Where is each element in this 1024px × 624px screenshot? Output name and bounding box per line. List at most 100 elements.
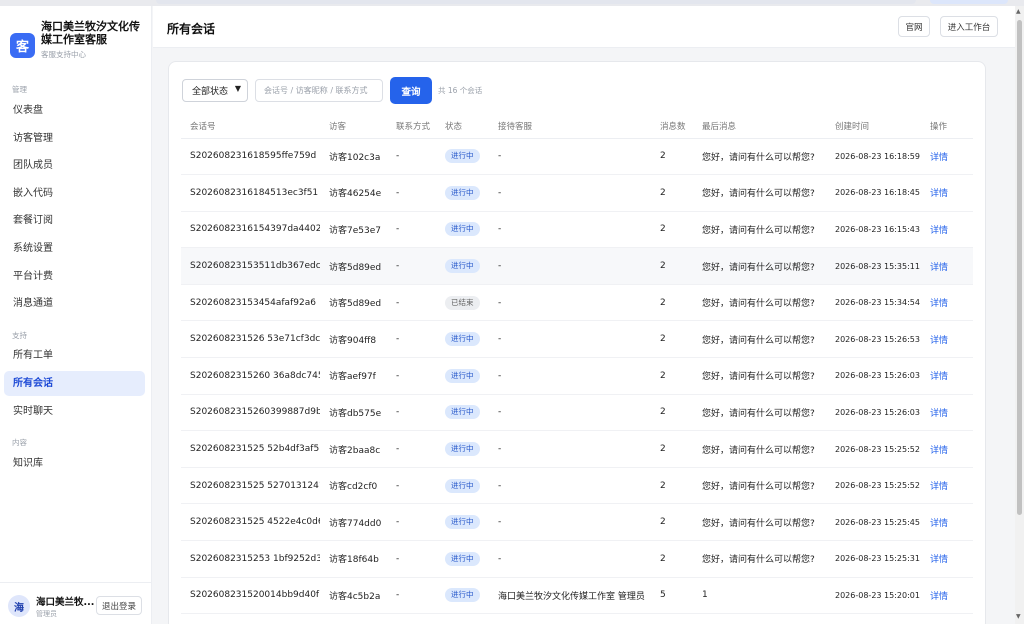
contact-cell: - (387, 394, 436, 432)
table-row[interactable]: S2026082315253 1bf9252d3 访客18f64b - 进行中 -2 您好… (181, 540, 973, 578)
agent-cell: - (489, 247, 651, 285)
last-message-cell: 您好，请问有什么可以帮您? (693, 247, 826, 285)
status-badge: 进行中 (445, 222, 480, 237)
sidebar-item-knowledge-base[interactable]: 知识库 (4, 451, 145, 476)
table-row[interactable]: S202608231520014bb9d40f 访客4c5b2a - 进行中 海口美兰牧… (181, 577, 973, 615)
sidebar-item-channels[interactable]: 消息通道 (4, 291, 145, 316)
detail-link[interactable]: 详情 (930, 189, 948, 199)
session-id-cell: S202608231525 4522e4c0d6 (181, 503, 320, 542)
sidebar-item-embed-code[interactable]: 嵌入代码 (4, 181, 145, 206)
table-row[interactable]: S202608231618595ffe759d 访客102c3a - 进行中 -2 您好，… (181, 138, 973, 176)
nav-section-content: 内容 (12, 438, 27, 447)
table-row[interactable]: S20260823153511db367edc 访客5d89ed - 进行中 -2 您好，… (181, 247, 973, 285)
session-id-cell: S20260823161845​13ec3f51 (181, 174, 320, 212)
website-button[interactable]: 官网 (898, 16, 930, 37)
query-button[interactable]: 查询 (390, 77, 432, 104)
message-count-cell: 2 (651, 138, 693, 176)
created-time-cell: 2026-08-23 15:25:52 (826, 430, 921, 468)
status-cell: 进行中 (436, 320, 489, 359)
table-row[interactable]: S2026082316154397da4402 访客7e53e7- 进行中 -2 您好，… (181, 211, 973, 249)
top-strip-button[interactable] (930, 0, 1008, 4)
contact-cell: - (387, 211, 436, 249)
detail-link[interactable]: 详情 (930, 372, 948, 382)
table-row[interactable]: S20260823161845​13ec3f51 访客46254e - 进行中 -2 您好… (181, 174, 973, 212)
agent-cell: - (489, 430, 651, 468)
visitor-cell: 访客aef97f (320, 357, 387, 395)
session-id-cell: S2026082315260 36a8dc745 (181, 357, 320, 395)
sidebar-item-visitors[interactable]: 访客管理 (4, 126, 145, 151)
last-message-cell: 您好，请问有什么可以帮您? (693, 394, 826, 432)
detail-link[interactable]: 详情 (930, 409, 948, 419)
table-row[interactable]: S202608231525 52b4df3af5 访客2baa8c - 进行中 -2 您好… (181, 430, 973, 468)
agent-cell: - (489, 540, 651, 578)
detail-link[interactable]: 详情 (930, 299, 948, 309)
action-cell: 详情 (921, 284, 973, 322)
message-count-cell: 5 (651, 577, 693, 615)
detail-link[interactable]: 详情 (930, 336, 948, 346)
contact-cell: - (387, 320, 436, 359)
scroll-thumb[interactable] (1017, 20, 1022, 515)
table-row[interactable]: S202608231525 5270131241 访客cd2cf0- 进行中 -2 您好… (181, 467, 973, 505)
created-time-cell: 2026-08-23 15:25:52 (826, 467, 921, 505)
avatar: 海 (8, 595, 30, 617)
agent-cell: - (489, 174, 651, 212)
table-row[interactable]: S202608231525 4522e4c0d6 访客774dd0- 进行中 -2 您好… (181, 503, 973, 542)
brand: 客 海口美兰牧汐文化传媒工作室客服 客服支持中心 (10, 18, 146, 68)
header: 所有会话 官网 进入工作台 (153, 6, 1015, 48)
search-input[interactable] (255, 79, 383, 102)
agent-cell: - (489, 320, 651, 359)
detail-link[interactable]: 详情 (930, 519, 948, 529)
sidebar-item-team[interactable]: 团队成员 (4, 153, 145, 178)
session-id-cell: S202608231525 5270131241 (181, 467, 320, 505)
detail-link[interactable]: 详情 (930, 555, 948, 565)
status-cell: 进行中 (436, 467, 489, 505)
created-time-cell: 2026-08-23 16:18:45 (826, 174, 921, 212)
sidebar-item-settings[interactable]: 系统设置 (4, 236, 145, 261)
last-message-cell: 您好，请问有什么可以帮您? (693, 211, 826, 249)
logout-button[interactable]: 退出登录 (96, 596, 142, 615)
last-message-cell: 您好，请问有什么可以帮您? (693, 430, 826, 468)
column-header: 操作 (921, 114, 973, 139)
detail-link[interactable]: 详情 (930, 153, 948, 163)
sidebar-item-conversations[interactable]: 所有会话 (4, 371, 145, 396)
created-time-cell: 2026-08-23 15:26:03 (826, 394, 921, 432)
status-cell: 进行中 (436, 174, 489, 212)
workbench-button[interactable]: 进入工作台 (940, 16, 998, 37)
detail-link[interactable]: 详情 (930, 446, 948, 456)
last-message-cell: 您好，请问有什么可以帮您? (693, 174, 826, 212)
message-count-cell: 2 (651, 394, 693, 432)
status-select[interactable]: 全部状态 ▼ (182, 79, 248, 102)
message-count-cell: 2 (651, 503, 693, 542)
action-cell: 详情 (921, 467, 973, 505)
column-header: 状态 (436, 114, 489, 139)
agent-cell: - (489, 211, 651, 249)
sidebar-item-subscription[interactable]: 套餐订阅 (4, 208, 145, 233)
visitor-cell: 访客2baa8c (320, 430, 387, 468)
status-badge: 进行中 (445, 588, 480, 603)
created-time-cell: 2026-08-23 15:26:53 (826, 320, 921, 359)
table-row[interactable]: S2026082315260399887d9b 访客db575e - 进行中 -2 您好，… (181, 394, 973, 432)
detail-link[interactable]: 详情 (930, 226, 948, 236)
detail-link[interactable]: 详情 (930, 263, 948, 273)
column-header: 创建时间 (826, 114, 921, 139)
nav-section-support: 支持 (12, 331, 27, 340)
scroll-up-arrow-icon[interactable]: ▲ (1016, 8, 1021, 15)
last-message-cell: 您好，请问有什么可以帮您? (693, 284, 826, 322)
sidebar-item-dashboard[interactable]: 仪表盘 (4, 98, 145, 123)
page-scrollbar[interactable]: ▲ ▼ (1015, 6, 1024, 624)
detail-link[interactable]: 详情 (930, 482, 948, 492)
detail-link[interactable]: 详情 (930, 592, 948, 602)
last-message-cell: 您好，请问有什么可以帮您? (693, 138, 826, 176)
table-row[interactable]: S20260823153454afaf92a6 访客5d89ed - 已结束 -2 您好，… (181, 284, 973, 322)
sidebar-item-tickets[interactable]: 所有工单 (4, 343, 145, 368)
scroll-down-arrow-icon[interactable]: ▼ (1016, 613, 1021, 620)
column-header: 访客 (320, 114, 387, 139)
agent-cell: - (489, 138, 651, 176)
table-row[interactable]: S202608231526 53e71cf3dc 访客904ff8- 进行中 -2 您好… (181, 320, 973, 359)
sidebar-item-live-chat[interactable]: 实时聊天 (4, 399, 145, 424)
action-cell: 详情 (921, 503, 973, 542)
sidebar-item-billing[interactable]: 平台计费 (4, 264, 145, 289)
last-message-cell: 您好，请问有什么可以帮您? (693, 320, 826, 359)
column-header: 最后消息 (693, 114, 826, 139)
table-row[interactable]: S2026082315260 36a8dc745 访客aef97f - 进行中 -2 您好… (181, 357, 973, 395)
